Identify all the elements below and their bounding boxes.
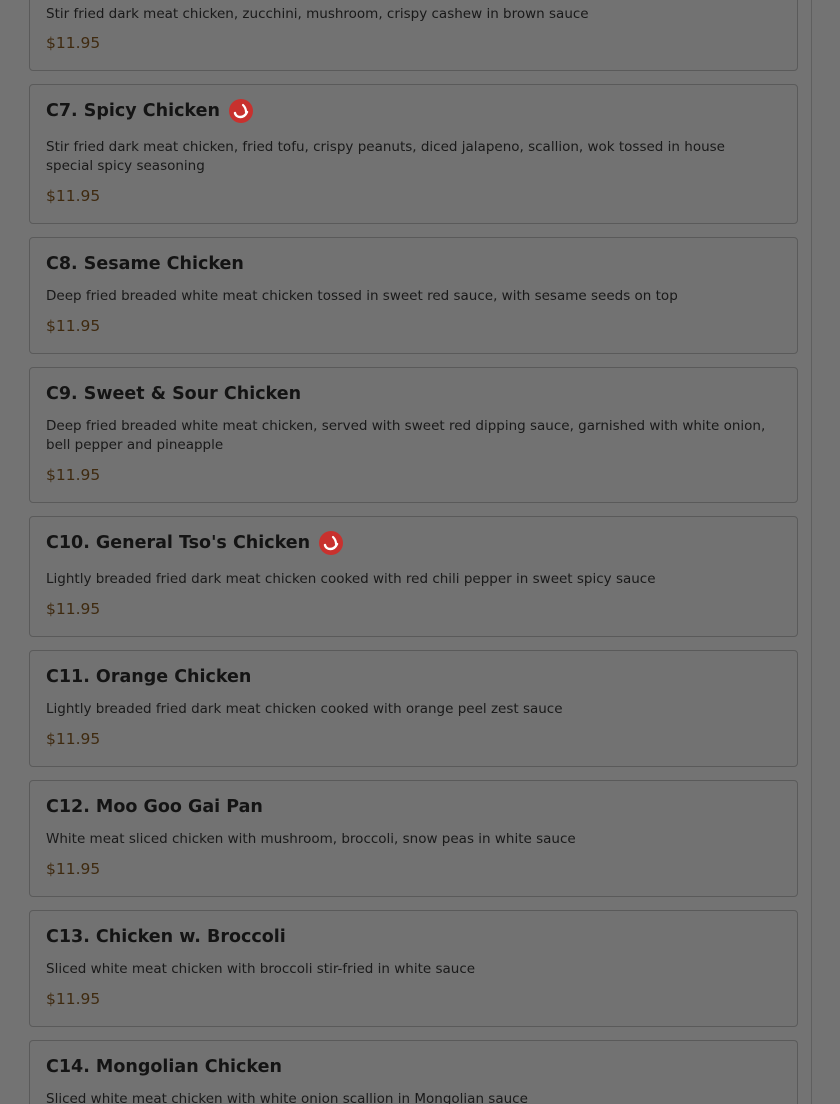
menu-item-title: C12. Moo Goo Gai Pan: [46, 797, 263, 817]
menu-item-card[interactable]: C14. Mongolian Chicken Sliced white meat…: [29, 1040, 798, 1104]
menu-item-title-row: C10. General Tso's Chicken: [46, 531, 344, 555]
menu-item-card[interactable]: C10. General Tso's Chicken Lightly bread…: [29, 516, 798, 637]
menu-item-description: Lightly breaded fried dark meat chicken …: [46, 701, 563, 717]
menu-item-description: Deep fried breaded white meat chicken, s…: [46, 418, 766, 453]
menu-item-title: C13. Chicken w. Broccoli: [46, 927, 286, 947]
menu-item-title: C9. Sweet & Sour Chicken: [46, 384, 302, 404]
menu-item-description: Sliced white meat chicken with white oni…: [46, 1091, 528, 1104]
menu-item-description: Stir fried dark meat chicken, zucchini, …: [46, 6, 589, 22]
menu-item-title-row: C11. Orange Chicken: [46, 665, 251, 689]
menu-item-price: $11.95: [46, 730, 101, 748]
menu-item-price: $11.95: [46, 990, 101, 1008]
scrollbar-track[interactable]: [811, 0, 812, 1104]
menu-item-description: White meat sliced chicken with mushroom,…: [46, 831, 576, 847]
menu-item-price: $11.95: [46, 317, 101, 335]
menu-item-title-row: C12. Moo Goo Gai Pan: [46, 795, 263, 819]
menu-item-title: C7. Spicy Chicken: [46, 101, 220, 121]
menu-item-description: Sliced white meat chicken with broccoli …: [46, 961, 476, 977]
menu-item-card[interactable]: C13. Chicken w. Broccoli Sliced white me…: [29, 910, 798, 1027]
menu-item-description: Deep fried breaded white meat chicken to…: [46, 288, 678, 304]
menu-item-title-row: C7. Spicy Chicken: [46, 99, 253, 123]
chili-pepper-icon: [319, 531, 344, 555]
menu-item-card[interactable]: C11. Orange Chicken Lightly breaded frie…: [29, 650, 798, 767]
menu-page: Stir fried dark meat chicken, zucchini, …: [0, 0, 840, 1104]
menu-item-price: $11.95: [46, 600, 101, 618]
menu-item-price: $11.95: [46, 466, 101, 484]
menu-item-card[interactable]: Stir fried dark meat chicken, zucchini, …: [29, 0, 798, 71]
menu-item-title: C11. Orange Chicken: [46, 667, 252, 687]
menu-item-title-row: C8. Sesame Chicken: [46, 252, 244, 276]
menu-item-price: $11.95: [46, 34, 101, 52]
menu-item-card[interactable]: C12. Moo Goo Gai Pan White meat sliced c…: [29, 780, 798, 897]
menu-item-card[interactable]: C9. Sweet & Sour Chicken Deep fried brea…: [29, 367, 798, 503]
menu-item-price: $11.95: [46, 187, 101, 205]
menu-item-price: $11.95: [46, 860, 101, 878]
menu-item-title: C14. Mongolian Chicken: [46, 1057, 282, 1077]
menu-item-description: Lightly breaded fried dark meat chicken …: [46, 571, 656, 587]
menu-item-title: C8. Sesame Chicken: [46, 254, 244, 274]
menu-item-description: Stir fried dark meat chicken, fried tofu…: [46, 139, 725, 174]
menu-item-title-row: C9. Sweet & Sour Chicken: [46, 382, 301, 406]
menu-item-card[interactable]: C8. Sesame Chicken Deep fried breaded wh…: [29, 237, 798, 354]
menu-item-title: C10. General Tso's Chicken: [46, 533, 311, 553]
menu-item-title-row: C14. Mongolian Chicken: [46, 1055, 282, 1079]
menu-item-card[interactable]: C7. Spicy Chicken Stir fried dark meat c…: [29, 84, 798, 224]
chili-pepper-icon: [228, 99, 253, 123]
menu-item-title-row: C13. Chicken w. Broccoli: [46, 925, 286, 949]
